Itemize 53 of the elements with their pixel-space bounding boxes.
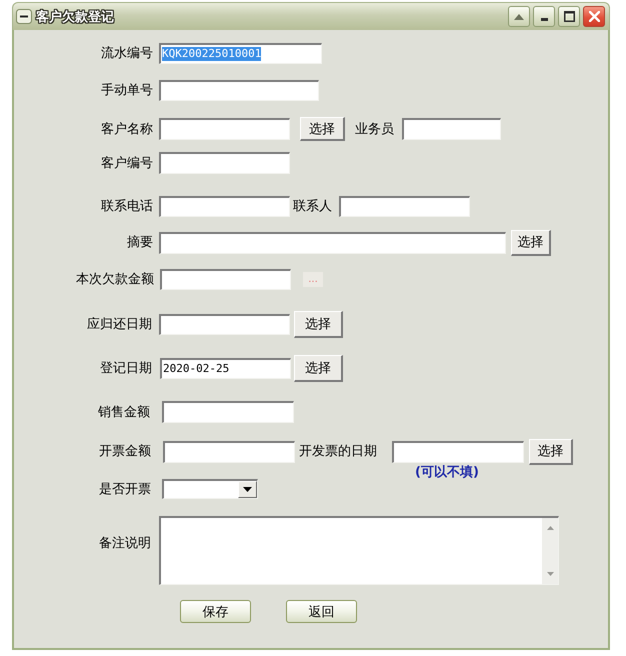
input-field[interactable]: 2020-02-25 <box>160 358 291 379</box>
input-field[interactable] <box>160 269 291 290</box>
field-label: 开票金额 <box>98 444 151 459</box>
field-label: 开发票的日期 <box>299 444 378 459</box>
select-button[interactable]: 选择 <box>511 230 551 256</box>
field-label: 销售金额 <box>97 404 150 420</box>
select-button[interactable]: 选择 <box>294 311 343 338</box>
window-title: 客户欠款登记 <box>36 8 115 26</box>
input-field[interactable] <box>159 152 290 174</box>
field-label: 手动单号 <box>100 83 153 98</box>
close-button[interactable] <box>583 6 605 27</box>
triangle-up-icon <box>514 14 524 20</box>
field-label: 客户编号 <box>100 156 153 170</box>
memo-field[interactable] <box>159 516 559 585</box>
input-field[interactable] <box>339 196 470 217</box>
field-label: 本次欠款金额 <box>75 272 154 287</box>
maximize-icon <box>564 11 574 22</box>
field-label: 客户名称 <box>100 122 153 136</box>
field-label: 应归还日期 <box>86 317 152 332</box>
window-menu-icon[interactable] <box>16 9 32 24</box>
maximize-button[interactable] <box>558 6 580 27</box>
scroll-up-icon <box>546 526 554 530</box>
field-label: 业务员 <box>355 122 395 136</box>
action-button[interactable]: 返回 <box>286 600 357 623</box>
minimize-icon <box>540 18 548 21</box>
collapse-button[interactable] <box>508 6 530 27</box>
hint-text: (可以不填) <box>415 466 480 479</box>
close-icon <box>588 11 600 22</box>
input-field[interactable] <box>159 80 319 101</box>
input-field[interactable] <box>159 232 506 254</box>
input-field[interactable] <box>162 401 294 423</box>
input-field[interactable] <box>392 440 524 462</box>
select-button[interactable]: 选择 <box>300 117 345 141</box>
select-button[interactable]: 选择 <box>294 355 343 382</box>
input-field[interactable] <box>163 440 295 462</box>
field-label: 联系人 <box>293 199 333 214</box>
input-field[interactable] <box>159 118 290 140</box>
dropdown-field[interactable] <box>162 479 258 499</box>
input-field[interactable] <box>159 196 290 217</box>
field-label: 摘要 <box>126 235 153 250</box>
field-label: 登记日期 <box>99 361 152 376</box>
field-label: 是否开票 <box>98 482 151 496</box>
scrollbar[interactable] <box>542 518 558 584</box>
field-label: 联系电话 <box>100 199 153 214</box>
action-button[interactable]: 保存 <box>180 600 251 623</box>
input-field[interactable] <box>159 314 290 335</box>
field-label: 备注说明 <box>98 535 151 551</box>
field-label: 流水编号 <box>100 46 153 61</box>
input-field[interactable] <box>402 118 501 140</box>
select-button[interactable]: 选择 <box>529 438 573 464</box>
minimize-button[interactable] <box>533 6 555 27</box>
scroll-down-icon <box>546 572 554 576</box>
caret-down-icon <box>243 487 252 492</box>
